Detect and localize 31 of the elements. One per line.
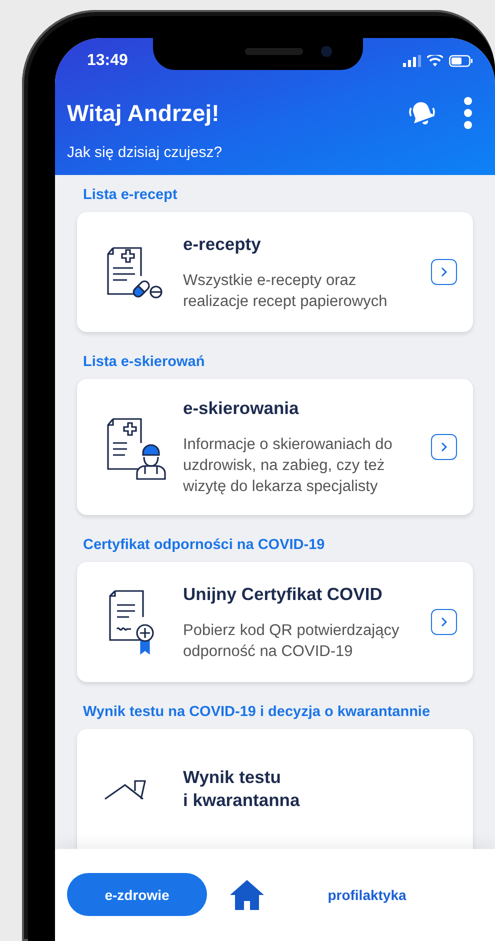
- card-title: e-recepty: [183, 232, 262, 256]
- greeting-title: Witaj Andrzej!: [67, 100, 220, 126]
- chevron-icon: [440, 616, 448, 628]
- card-description: Pobierz kod QR potwierdzający odporność na COVID-19: [183, 620, 400, 662]
- card-title: e-skierowania: [183, 397, 300, 420]
- house-roof-icon: [103, 777, 147, 801]
- card-title: Unijny Certyfikat COVID: [183, 582, 384, 606]
- section-heading: Wynik testu na COVID-19 i decyzja o kwarantannie: [83, 704, 432, 720]
- wifi-icon: [427, 55, 443, 67]
- greeting-subtitle: Jak się dzisiaj czujesz?: [67, 144, 224, 161]
- chevron-button[interactable]: [431, 259, 457, 285]
- status-time: 13:49: [87, 52, 128, 70]
- chevron-button[interactable]: [431, 609, 457, 635]
- section-heading: Lista e-recept: [83, 187, 178, 203]
- battery-icon: [449, 55, 473, 67]
- menu-card[interactable]: Wynik testu i kwarantanna: [77, 729, 473, 849]
- chevron-icon: [440, 441, 448, 453]
- card-description: Informacje o skierowaniach do uzdrowisk, na zabieg, czy też wizytę do lekarza specjalisty: [183, 435, 394, 497]
- more-options-icon[interactable]: [463, 96, 473, 130]
- nav-tab[interactable]: profilaktyka: [292, 873, 442, 916]
- menu-card[interactable]: Unijny Certyfikat COVID Pobierz kod QR potwierdzający odporność na COVID-19: [77, 562, 473, 682]
- card-title: Wynik testu i kwarantanna: [183, 766, 301, 812]
- chevron-button[interactable]: [431, 434, 457, 460]
- card-description: Wszystkie e-recepty oraz realizacje recept papierowych: [183, 270, 388, 312]
- chevron-icon: [440, 266, 448, 278]
- nav-tab[interactable]: e-zdrowie: [67, 873, 207, 916]
- signal-icon: [403, 55, 421, 67]
- section-heading: Certyfikat odporności na COVID-19: [83, 537, 326, 553]
- menu-card[interactable]: e-recepty Wszystkie e-recepty oraz realizacje recept papierowych: [77, 212, 473, 332]
- section-heading: Lista e-skierowań: [83, 354, 206, 370]
- menu-card[interactable]: e-skierowania Informacje o skierowaniach do uzdrowisk, na zabieg, czy też wizytę do lekarza specjalisty: [77, 379, 473, 515]
